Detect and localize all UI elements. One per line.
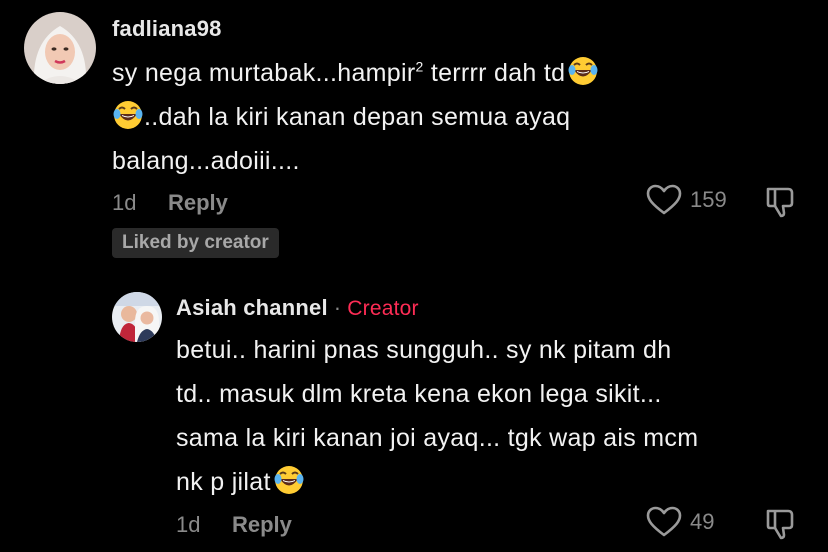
- like-button[interactable]: 49: [646, 506, 714, 538]
- comment-line-2: ..dah la kiri kanan depan semua ayaq: [112, 95, 599, 139]
- avatar-fadliana98[interactable]: [24, 12, 96, 84]
- heart-outline-icon: [646, 184, 682, 216]
- creator-username[interactable]: Asiah channel: [176, 295, 328, 320]
- comment-body: sy nega murtabak...hampir2 terrrr dah td…: [112, 51, 599, 183]
- comment-time: 1d: [112, 190, 137, 215]
- comment-line-1: sy nega murtabak...hampir2 terrrr dah td: [112, 51, 599, 95]
- separator-dot: ·: [333, 295, 342, 320]
- heart-outline-icon: [646, 506, 682, 538]
- comment-line-3: balang...adoiii....: [112, 147, 300, 175]
- avatar-asiah-channel[interactable]: [112, 292, 162, 342]
- like-count: 159: [690, 187, 727, 212]
- laughing-tears-emoji-icon: [273, 464, 305, 496]
- comment-line-2: td.. masuk dlm kreta kena ekon lega siki…: [176, 380, 662, 408]
- comment-line-1: betui.. harini pnas sungguh.. sy nk pita…: [176, 336, 672, 364]
- liked-by-creator-badge: Liked by creator: [112, 228, 279, 258]
- comment-username: Asiah channel · Creator: [176, 295, 419, 321]
- comment-line-3: sama la kiri kanan joi ayaq... tgk wap a…: [176, 424, 699, 452]
- comment-body: betui.. harini pnas sungguh.. sy nk pita…: [176, 328, 698, 504]
- laughing-tears-emoji-icon: [112, 99, 144, 131]
- dislike-icon[interactable]: [764, 508, 796, 540]
- creator-label: Creator: [347, 297, 419, 320]
- like-count: 49: [690, 509, 715, 534]
- dislike-icon[interactable]: [764, 186, 796, 218]
- comment-username[interactable]: fadliana98: [112, 16, 222, 42]
- laughing-tears-emoji-icon: [567, 55, 599, 87]
- reply-button[interactable]: Reply: [168, 190, 228, 216]
- comment-time: 1d: [176, 512, 201, 537]
- comment-line-4: nk p jilat: [176, 460, 698, 504]
- reply-button[interactable]: Reply: [232, 512, 292, 538]
- like-button[interactable]: 159: [646, 184, 727, 216]
